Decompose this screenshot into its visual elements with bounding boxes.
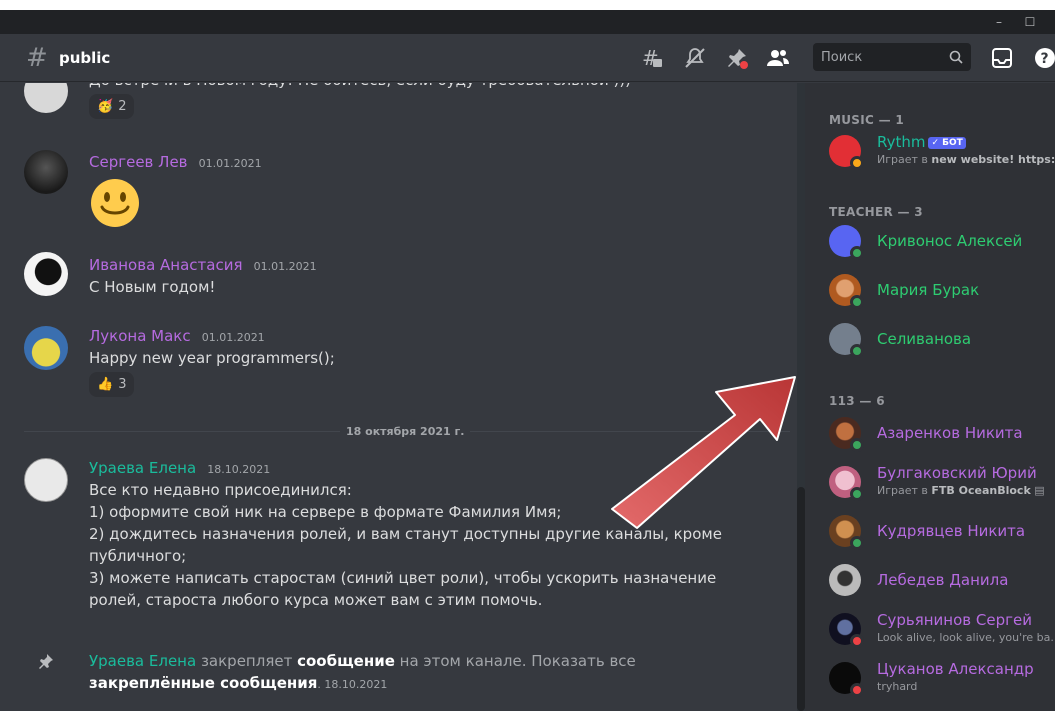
message-text-line: 3) можете написать старостам (синий цвет… [89,569,717,587]
member-item[interactable]: Селиванова [829,319,1055,363]
message-text-line: 2) дождитесь назначения ролей, и вам ста… [89,525,722,543]
user-avatar[interactable] [24,150,68,194]
message-text-line: ролей, староста любого курса может вам с… [89,591,543,609]
date-divider-label: 18 октября 2021 г. [340,425,471,438]
status-online-icon [850,487,864,501]
bot-badge: ✓ БОТ [928,137,966,149]
member-activity: tryhard [877,680,918,693]
member-list: MUSIC — 1 Rythm ✓ БОТ Играет в new websit… [805,83,1055,711]
pin-text: на этом канале. Показать все [394,652,636,670]
message-list[interactable]: До встречи в Новом году! Не бойтесь, есл… [0,83,803,711]
member-item[interactable]: Мария Бурак [829,270,1055,314]
message-text-line: публичного; [89,547,187,565]
member-group-label: 113 — 6 [829,394,885,408]
avatar [829,564,861,596]
window-titlebar: – ☐ [0,0,1055,34]
member-item[interactable]: Лебедев Данила [829,560,1055,604]
status-idle-icon [850,156,864,170]
user-avatar[interactable] [24,458,68,502]
member-name: Сурьянинов Сергей [877,611,1032,629]
reaction-button[interactable]: 👍 3 [89,372,135,397]
message-timestamp: 01.01.2021 [201,331,265,344]
member-name: Селиванова [877,330,972,348]
chat-scrollbar-thumb[interactable] [797,487,805,711]
member-name: Мария Бурак [877,281,980,299]
member-activity: Играет в [877,153,932,166]
message-timestamp: 01.01.2021 [253,260,317,273]
channel-name: public [59,48,111,67]
member-item[interactable]: Булгаковский Юрий Играет в FTB OceanBloc… [829,462,1055,506]
minimize-button[interactable]: – [985,10,1013,34]
pinned-messages-link[interactable]: закреплённые сообщения [89,674,317,692]
message-timestamp: 01.01.2021 [198,157,262,170]
message-text: Happy new year programmers(); [89,349,335,367]
member-item[interactable]: Цуканов Александр tryhard [829,658,1055,702]
rich-presence-icon: ▤ [1034,484,1045,497]
party-face-emoji: 🥳 [97,99,114,114]
status-online-icon [850,246,864,260]
status-dnd-icon [850,634,864,648]
member-item[interactable]: Сурьянинов Сергей Look alive, look alive… [829,609,1055,653]
reaction-button[interactable]: 🥳 2 [89,94,135,119]
member-name: Rythm [877,133,926,151]
channel-header: # public # Поиск ? [0,34,1055,82]
member-name: Цуканов Александр [877,660,1034,678]
smile-emoji [89,177,262,233]
member-group-label: MUSIC — 1 [829,113,905,127]
pin-text: закрепляет [196,652,298,670]
message-author[interactable]: Ураева Елена [89,652,196,670]
user-avatar[interactable] [24,83,68,113]
help-icon[interactable]: ? [1033,46,1055,70]
notification-bell-muted-icon[interactable] [683,46,707,70]
user-avatar[interactable] [24,252,68,296]
member-name: Азаренков Никита [877,424,1023,442]
pin-icon[interactable] [725,46,749,70]
message-text: До встречи в Новом году! Не бойтесь, есл… [89,83,631,91]
reaction-count: 2 [118,99,127,114]
message-author[interactable]: Иванова Анастасия [89,256,243,274]
member-activity-detail: FTB OceanBlock [931,484,1031,497]
member-group-label: TEACHER — 3 [829,205,923,219]
message-link[interactable]: сообщение [297,652,395,670]
window-top-strip [0,0,1055,10]
reaction-count: 3 [118,377,127,392]
member-item[interactable]: Азаренков Никита [829,413,1055,457]
inbox-icon[interactable] [990,46,1014,70]
pin-icon [38,653,54,673]
search-icon [949,50,963,64]
message-author[interactable]: Ураева Елена [89,459,196,477]
channel-hash-icon: # [26,42,48,73]
member-name: Лебедев Данила [877,571,1009,589]
svg-text:?: ? [1041,51,1049,67]
member-name: Булгаковский Юрий [877,464,1037,482]
member-item[interactable]: Кудрявцев Никита [829,511,1055,555]
member-activity: Играет в [877,484,932,497]
message-timestamp: . 18.10.2021 [317,678,388,691]
message-text: С Новым годом! [89,278,216,296]
message-author[interactable]: Сергеев Лев [89,153,188,171]
search-placeholder: Поиск [821,49,863,65]
member-list-icon[interactable] [766,46,790,70]
member-name: Кудрявцев Никита [877,522,1026,540]
maximize-button[interactable]: ☐ [1016,10,1044,34]
member-activity: Look alive, look alive, you're ba... [877,631,1055,644]
user-avatar[interactable] [24,326,68,370]
member-item-rythm[interactable]: Rythm✓ БОТ Играет в new website! https:/… [829,131,1055,175]
status-online-icon [850,344,864,358]
status-online-icon [850,536,864,550]
member-activity-detail: new website! https:/... [931,153,1055,166]
status-online-icon [850,295,864,309]
message-text-line: 1) оформите свой ник на сервере в формат… [89,503,562,521]
message-text-line: Все кто недавно присоединился: [89,481,352,499]
status-dnd-icon [850,683,864,697]
thumbs-up-emoji: 👍 [97,377,114,392]
member-item[interactable]: Кривонос Алексей [829,221,1055,265]
search-input[interactable]: Поиск [813,43,971,71]
member-name: Кривонос Алексей [877,232,1023,250]
message-timestamp: 18.10.2021 [207,463,271,476]
threads-icon[interactable]: # [640,46,664,70]
status-online-icon [850,438,864,452]
message-author[interactable]: Лукона Макс [89,327,191,345]
